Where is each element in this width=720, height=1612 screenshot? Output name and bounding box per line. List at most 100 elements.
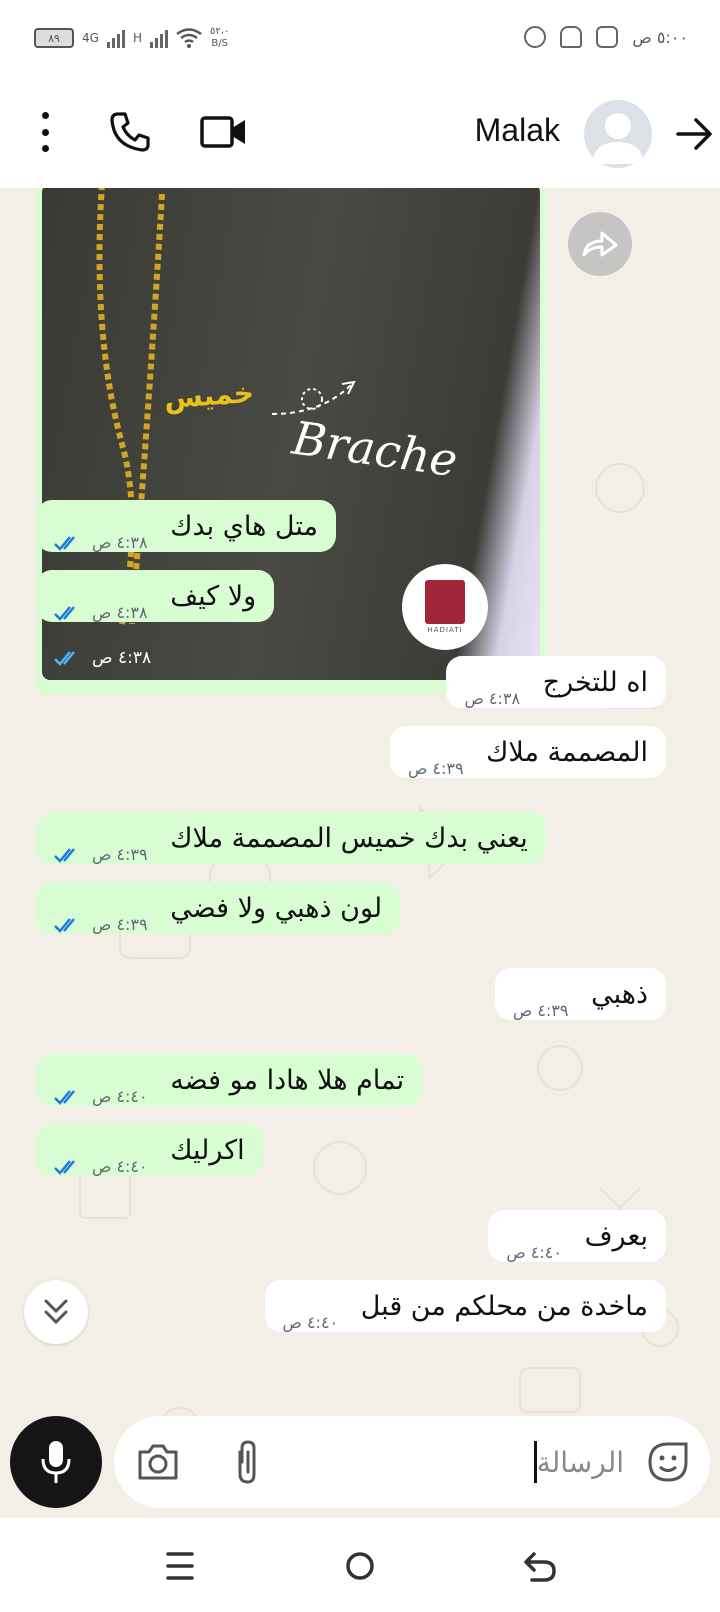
message-bubble[interactable]: المصممة ملاك ٤:٣٩ ص: [389, 726, 666, 778]
chat-header: Malak: [0, 80, 720, 188]
composer: الرسالة: [0, 1390, 720, 1518]
attach-icon[interactable]: [228, 1438, 272, 1486]
instagram-icon: [596, 26, 619, 48]
double-chevron-down-icon: [44, 1299, 68, 1325]
message-text: يعني بدك خميس المصممة ملاك: [170, 823, 528, 854]
message-meta: ٤:٣٨ ص: [464, 689, 520, 708]
youtube-icon: [524, 26, 547, 48]
microphone-icon: [41, 1441, 71, 1483]
message-time: ٤:٣٩ ص: [512, 1001, 569, 1020]
battery-icon: ٨٩: [34, 28, 74, 48]
message-meta: ٤:٤٠ ص: [506, 1243, 562, 1262]
speed-unit: B/S: [211, 38, 228, 49]
message-meta: ٤:٣٩ ص: [408, 759, 464, 778]
voice-message-button[interactable]: [10, 1416, 102, 1508]
video-call-icon[interactable]: [200, 112, 248, 152]
message-text: المصممة ملاك: [486, 737, 648, 768]
message-text: لون ذهبي ولا فضي: [170, 893, 383, 924]
forward-button[interactable]: [568, 212, 632, 276]
message-bubble[interactable]: بعرف ٤:٤٠ ص: [488, 1210, 666, 1262]
hadiati-logo: HADIATI: [402, 564, 488, 650]
status-bar: ٨٩ 4G H ٥٢،٠ B/S ٥:٠٠ ص: [0, 0, 720, 80]
message-text: ولا كيف: [170, 581, 257, 612]
message-text: متل هاي بدك: [170, 511, 318, 542]
message-input[interactable]: الرسالة: [364, 1438, 624, 1486]
gift-logo-icon: [425, 580, 465, 624]
recent-apps-icon[interactable]: [160, 1546, 200, 1586]
pin-name-text: خميس: [162, 375, 256, 416]
message-time: ٤:٤٠ ص: [506, 1243, 562, 1262]
network-speed: ٥٢،٠ B/S: [210, 26, 229, 50]
message-bubble[interactable]: اه للتخرج ٤:٣٨ ص: [446, 656, 666, 708]
image-meta: ٤:٣٨ ص: [54, 648, 151, 668]
signal-icon: [106, 28, 125, 48]
message-meta: ٤:٣٨ ص: [54, 533, 148, 552]
forward-icon: [582, 231, 618, 257]
message-time: ٤:٤٠ ص: [92, 1087, 148, 1106]
read-ticks-icon: [54, 651, 75, 666]
more-options-icon[interactable]: [30, 112, 60, 152]
message-bubble[interactable]: يعني بدك خميس المصممة ملاك ٤:٣٩ ص: [36, 812, 546, 864]
message-time: ٤:٣٩ ص: [407, 759, 464, 778]
message-meta: ٤:٤٠ ص: [54, 1157, 148, 1176]
message-bubble[interactable]: ماخدة من محلكم من قبل ٤:٤٠ ص: [264, 1280, 666, 1332]
message-text: تمام هلا هادا مو فضه: [170, 1065, 405, 1096]
message-bubble[interactable]: لون ذهبي ولا فضي ٤:٣٩ ص: [36, 882, 401, 934]
message-meta: ٤:٣٩ ص: [54, 915, 148, 934]
wifi-icon: [176, 28, 202, 48]
back-icon[interactable]: [520, 1546, 560, 1586]
network-label-1: 4G: [82, 31, 99, 45]
scroll-to-bottom-button[interactable]: [24, 1280, 88, 1344]
contact-name[interactable]: Malak: [475, 112, 560, 149]
message-time: ٤:٤٠ ص: [282, 1313, 339, 1332]
message-bubble[interactable]: متل هاي بدك ٤:٣٨ ص: [36, 500, 336, 552]
message-text: ذهبي: [591, 979, 648, 1010]
network-label-2: H: [132, 31, 142, 45]
message-time: ٤:٣٨ ص: [92, 603, 148, 622]
message-meta: ٤:٣٩ ص: [513, 1001, 569, 1020]
chat-messages[interactable]: خميس Brache HADIATI ٤:٣٨ ص متل هاي بدك ٤…: [0, 188, 720, 1518]
message-text: ماخدة من محلكم من قبل: [360, 1291, 648, 1322]
message-bubble[interactable]: ولا كيف ٤:٣٨ ص: [36, 570, 275, 622]
status-time: ٥:٠٠ ص: [632, 27, 688, 47]
message-time: ٤:٣٩ ص: [92, 845, 148, 864]
status-left: ٨٩ 4G H ٥٢،٠ B/S: [34, 26, 229, 50]
message-bubble[interactable]: تمام هلا هادا مو فضه ٤:٤٠ ص: [36, 1054, 423, 1106]
message-bubble[interactable]: ذهبي ٤:٣٩ ص: [494, 968, 666, 1020]
home-icon[interactable]: [340, 1546, 380, 1586]
message-text: اكرليك: [170, 1135, 245, 1166]
message-bubble[interactable]: اكرليك ٤:٤٠ ص: [36, 1124, 263, 1176]
read-ticks-icon: [54, 917, 75, 933]
message-text: بعرف: [584, 1221, 648, 1252]
camera-icon[interactable]: [136, 1440, 180, 1484]
message-placeholder: الرسالة: [536, 1445, 624, 1479]
speed-value: ٥٢،٠: [209, 26, 230, 37]
message-meta: ٤:٤٠ ص: [54, 1087, 148, 1106]
read-ticks-icon: [54, 535, 75, 551]
sticker-icon[interactable]: [644, 1438, 692, 1486]
message-time: ٤:٣٨ ص: [92, 533, 148, 552]
system-navigation-bar: [0, 1518, 720, 1612]
avatar[interactable]: [584, 100, 652, 168]
android-icon: [560, 26, 583, 48]
status-right: ٥:٠٠ ص: [524, 26, 688, 48]
voice-call-icon[interactable]: [108, 110, 152, 154]
message-text: اه للتخرج: [542, 667, 648, 698]
read-ticks-icon: [54, 1159, 75, 1175]
message-time: ٤:٣٨ ص: [92, 648, 152, 668]
back-arrow-icon[interactable]: [674, 114, 714, 154]
message-meta: ٤:٣٩ ص: [54, 845, 148, 864]
text-caret: [533, 1441, 537, 1483]
signal-icon: [149, 28, 168, 48]
message-meta: ٤:٤٠ ص: [283, 1313, 339, 1332]
battery-level: ٨٩: [48, 31, 60, 45]
message-input-container[interactable]: الرسالة: [114, 1416, 710, 1508]
message-time: ٤:٣٨ ص: [464, 689, 521, 708]
logo-text: HADIATI: [427, 626, 463, 634]
read-ticks-icon: [54, 1089, 75, 1105]
message-meta: ٤:٣٨ ص: [54, 603, 148, 622]
read-ticks-icon: [54, 605, 75, 621]
read-ticks-icon: [54, 847, 75, 863]
message-time: ٤:٤٠ ص: [92, 1157, 148, 1176]
message-time: ٤:٣٩ ص: [92, 915, 148, 934]
